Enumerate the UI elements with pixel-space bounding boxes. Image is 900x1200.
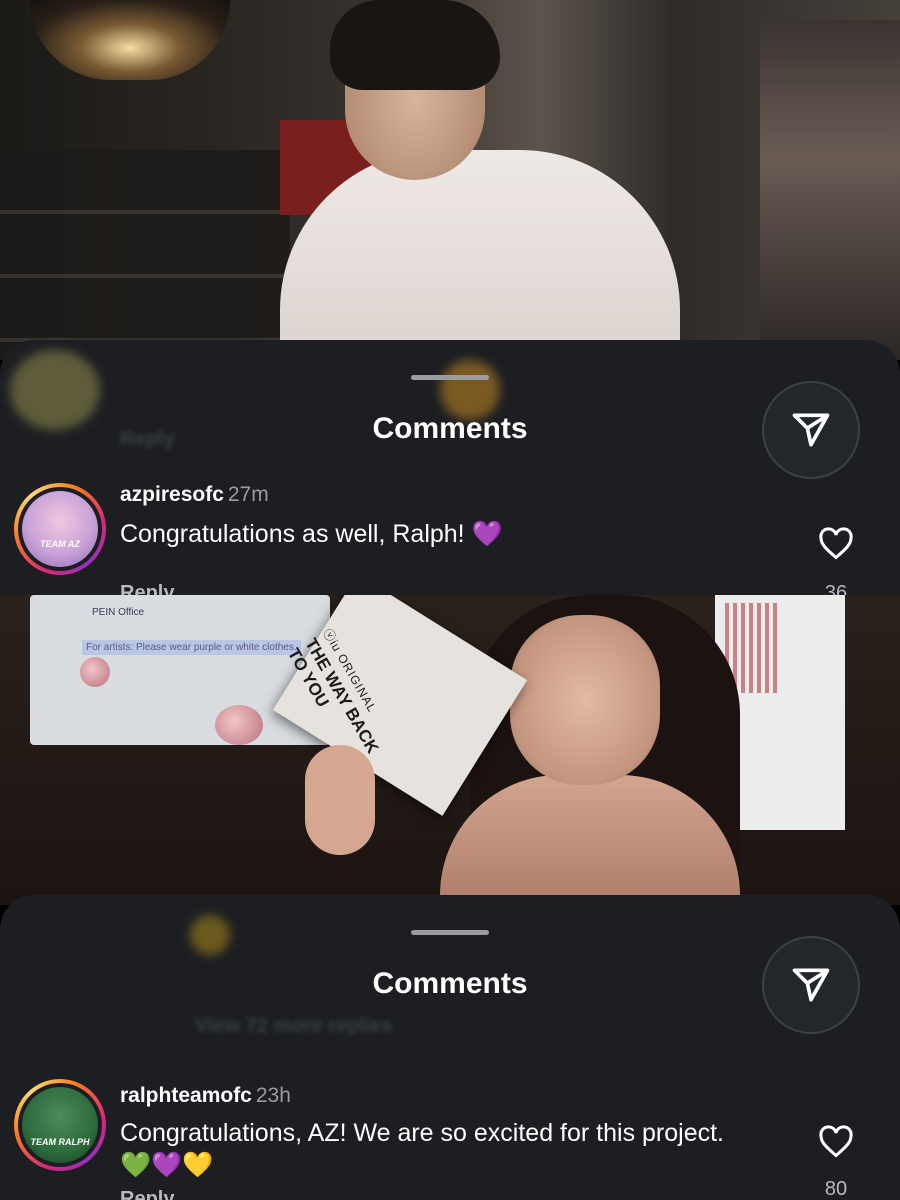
share-button[interactable] bbox=[762, 381, 860, 479]
comment-text: Congratulations as well, Ralph! 💜 bbox=[120, 520, 503, 548]
onion-graphic bbox=[215, 705, 263, 745]
share-icon bbox=[792, 968, 830, 1002]
woman-face bbox=[510, 615, 660, 785]
top-photo bbox=[0, 0, 900, 360]
share-button[interactable] bbox=[762, 936, 860, 1034]
reply-button[interactable]: Reply bbox=[120, 1188, 174, 1200]
comment-time: 27m bbox=[227, 483, 269, 506]
middle-photo: PEIN Office For artists: Please wear pur… bbox=[0, 595, 900, 905]
comment-username[interactable]: azpiresofc 27m bbox=[120, 483, 269, 507]
fridge bbox=[760, 20, 900, 360]
screen-address: PEIN Office bbox=[92, 607, 145, 618]
blurred-emoji bbox=[440, 360, 500, 420]
blurred-emoji bbox=[190, 915, 230, 955]
drag-handle[interactable] bbox=[411, 930, 489, 935]
avatar-label: TEAM AZ bbox=[40, 539, 80, 549]
heart-icon[interactable] bbox=[818, 1125, 854, 1159]
blurred-view-more: View 72 more replies bbox=[195, 1015, 393, 1037]
onion-graphic bbox=[80, 657, 110, 687]
comment-time: 23h bbox=[255, 1084, 291, 1107]
avatar-label: TEAM RALPH bbox=[30, 1137, 90, 1147]
shelf bbox=[0, 150, 290, 350]
comments-sheet-1: Reply Comments TEAM AZ azpiresofc 27m Con… bbox=[0, 340, 900, 600]
avatar[interactable]: TEAM RALPH bbox=[14, 1079, 106, 1171]
share-icon bbox=[792, 413, 830, 447]
hand bbox=[305, 745, 375, 855]
heart-icon[interactable] bbox=[818, 527, 854, 561]
avatar[interactable]: TEAM AZ bbox=[14, 483, 106, 575]
drag-handle[interactable] bbox=[411, 375, 489, 380]
screen-notice: For artists: Please wear purple or white… bbox=[82, 640, 301, 655]
lamp bbox=[30, 0, 230, 80]
comments-sheet-2: View 72 more replies Comments TEAM RALPH… bbox=[0, 895, 900, 1200]
like-count: 80 bbox=[824, 1178, 848, 1200]
person-hair bbox=[330, 0, 500, 90]
comment-username[interactable]: ralphteamofc 23h bbox=[120, 1084, 291, 1108]
tv-screen: PEIN Office For artists: Please wear pur… bbox=[30, 595, 330, 745]
comment-text: Congratulations, AZ! We are so excited f… bbox=[120, 1119, 724, 1179]
